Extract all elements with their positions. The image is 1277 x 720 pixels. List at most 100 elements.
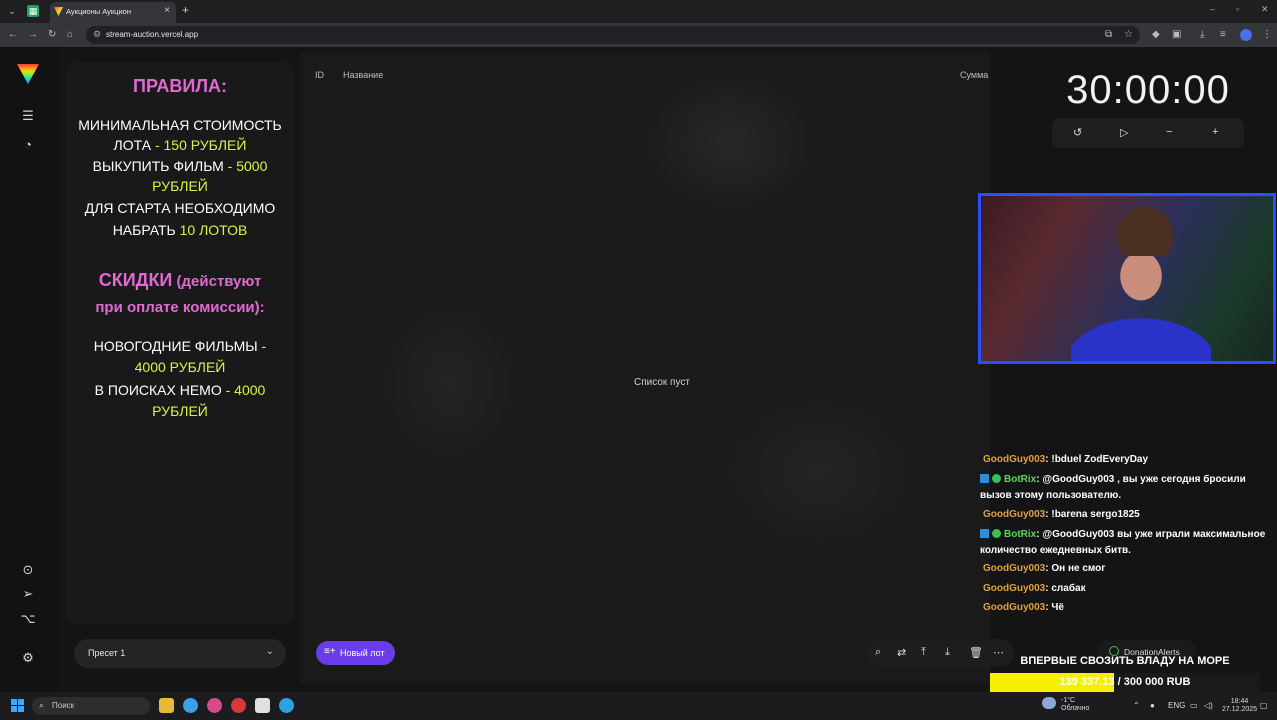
- streamer-hair: [1105, 206, 1185, 256]
- back-icon[interactable]: ←: [8, 29, 18, 40]
- search-icon: ⌕: [39, 700, 45, 710]
- goal-progress-bar: 139 337.13 / 300 000 RUB: [990, 673, 1260, 692]
- tray-app-icon[interactable]: ●: [1150, 701, 1155, 710]
- browser-tab-active[interactable]: Аукционы Аукцион ×: [50, 2, 176, 23]
- telegram-icon[interactable]: ➢: [20, 586, 36, 602]
- bot-badge-icon: [980, 474, 989, 483]
- preset-select[interactable]: Пресет 1 ⌄: [74, 639, 286, 668]
- volume-icon[interactable]: ◁): [1204, 701, 1213, 710]
- background-artwork: [300, 52, 990, 684]
- discounts-line1: СКИДКИ (действуют: [98, 270, 262, 290]
- timer-minus-icon[interactable]: −: [1166, 126, 1172, 138]
- new-tab-icon[interactable]: +: [182, 3, 189, 17]
- cast-icon[interactable]: ⧉: [1105, 29, 1112, 40]
- timer-display: 30:00:00: [1066, 68, 1230, 112]
- extension-icon[interactable]: ◆: [1152, 29, 1160, 40]
- history-icon[interactable]: ⊙: [20, 562, 36, 578]
- bookmark-star-icon[interactable]: ☆: [1124, 29, 1133, 40]
- timer-plus-icon[interactable]: +: [1212, 126, 1218, 138]
- taskbar-search-placeholder: Поиск: [52, 701, 75, 710]
- home-icon[interactable]: ⌂: [67, 29, 73, 40]
- swap-icon[interactable]: ⇄: [897, 646, 906, 659]
- lots-list-icon[interactable]: ☰: [20, 108, 36, 124]
- column-header-name[interactable]: Название: [343, 70, 383, 80]
- network-icon[interactable]: ▭: [1190, 701, 1198, 710]
- profile-avatar[interactable]: [1240, 29, 1252, 41]
- taskbar-clock[interactable]: 18:44 27.12.2025: [1222, 698, 1257, 714]
- windows-start-icon[interactable]: [11, 699, 24, 712]
- discount-nemo-line1: В ПОИСКАХ НЕМО - 4000: [94, 382, 266, 398]
- maximize-icon[interactable]: ▫: [1236, 4, 1239, 14]
- new-lot-button[interactable]: ≡+ Новый лот: [316, 641, 395, 665]
- chat-username: GoodGuy003: [983, 602, 1046, 613]
- verified-badge-icon: [992, 474, 1001, 483]
- taskbar-search[interactable]: ⌕ Поиск: [32, 697, 150, 715]
- chat-message: GoodGuy003: Чё: [980, 600, 1272, 616]
- empty-list-message: Список пуст: [634, 377, 690, 388]
- column-header-sum[interactable]: Сумма: [960, 70, 988, 80]
- chat-message: GoodGuy003: Он не смог: [980, 561, 1272, 577]
- timer-reset-icon[interactable]: ↺: [1073, 126, 1082, 139]
- trash-icon[interactable]: 🗑: [969, 646, 983, 659]
- download-icon[interactable]: ⤓: [1200, 29, 1204, 40]
- chat-message: GoodGuy003: !bduel ZodEveryDay: [980, 452, 1272, 468]
- address-bar[interactable]: ⚙ stream-auction.vercel.app: [86, 26, 1140, 44]
- rules-title: ПРАВИЛА:: [133, 76, 227, 96]
- url-text: stream-auction.vercel.app: [106, 30, 199, 39]
- rule-min-cost-line1: МИНИМАЛЬНАЯ СТОИМОСТЬ: [78, 117, 282, 133]
- chat-text: : @GoodGuy003 , вы уже сегодня бросили: [1036, 474, 1246, 485]
- discount-ny-line1: НОВОГОДНИЕ ФИЛЬМЫ -: [93, 338, 267, 354]
- goal-title: ВПЕРВЫЕ СВОЗИТЬ ВЛАДУ НА МОРЕ: [1020, 655, 1230, 667]
- extensions-puzzle-icon[interactable]: ▣: [1172, 29, 1181, 40]
- weather-icon[interactable]: [1042, 697, 1056, 709]
- window-close-icon[interactable]: ✕: [1261, 4, 1269, 15]
- reload-icon[interactable]: ↻: [48, 29, 56, 40]
- chat-username: GoodGuy003: [983, 563, 1046, 574]
- chat-text: : !barena sergo1825: [1045, 509, 1140, 520]
- tab-search-chevron-icon[interactable]: ⌄: [6, 5, 18, 17]
- settings-gear-icon[interactable]: ⚙: [20, 650, 36, 666]
- verified-badge-icon: [992, 529, 1001, 538]
- bot-badge-icon: [980, 529, 989, 538]
- chat-text-continued: вызов этому пользователю.: [980, 490, 1122, 501]
- recording-app-icon[interactable]: [231, 698, 246, 713]
- pinned-tab-icon[interactable]: ▦: [27, 5, 39, 17]
- music-app-icon[interactable]: [207, 698, 222, 713]
- chat-text: : !bduel ZodEveryDay: [1045, 454, 1149, 465]
- telegram-taskbar-icon[interactable]: [279, 698, 294, 713]
- discount-ny-line2: 4000 РУБЛЕЙ: [134, 359, 226, 375]
- rule-min-cost-line2: ЛОТА - 150 РУБЛЕЙ: [113, 137, 247, 153]
- add-list-icon: ≡+: [324, 646, 336, 657]
- chat-username: GoodGuy003: [983, 583, 1046, 594]
- timer-controls: ↺ ▷ − +: [1052, 118, 1244, 148]
- timer-play-icon[interactable]: ▷: [1120, 126, 1128, 139]
- chat-message: GoodGuy003: слабак: [980, 581, 1272, 597]
- minimize-icon[interactable]: –: [1210, 4, 1215, 14]
- tab-close-icon[interactable]: ×: [164, 5, 170, 16]
- chat-text: : Он не смог: [1045, 563, 1106, 574]
- rule-buyout-line1: ВЫКУПИТЬ ФИЛЬМ - 5000: [92, 158, 268, 174]
- browser-menu-icon[interactable]: ⋮: [1262, 29, 1272, 40]
- chrome-icon[interactable]: [183, 698, 198, 713]
- notes-app-icon[interactable]: [255, 698, 270, 713]
- media-control-icon[interactable]: ≡: [1220, 29, 1226, 40]
- download-list-icon[interactable]: ⤓: [945, 646, 950, 659]
- rule-buyout-line2: РУБЛЕЙ: [152, 178, 208, 194]
- rules-panel: ПРАВИЛА: МИНИМАЛЬНАЯ СТОИМОСТЬ ЛОТА - 15…: [66, 62, 294, 624]
- language-indicator[interactable]: ENG: [1168, 701, 1185, 710]
- browser-toolbar: ← → ↻ ⌂ ⚙ stream-auction.vercel.app ⧉ ☆ …: [0, 23, 1277, 47]
- preset-label: Пресет 1: [88, 648, 126, 658]
- new-lot-label: Новый лот: [340, 648, 385, 658]
- search-icon[interactable]: ⌕: [875, 646, 881, 659]
- webcam-overlay: [978, 193, 1276, 364]
- file-explorer-icon[interactable]: [159, 698, 174, 713]
- column-header-id[interactable]: ID: [315, 70, 324, 80]
- forward-icon[interactable]: →: [28, 29, 38, 40]
- wheel-stats-icon[interactable]: ◔: [20, 137, 36, 153]
- site-info-icon[interactable]: ⚙: [93, 29, 101, 40]
- chat-message: BotRix: @GoodGuy003 вы уже играли максим…: [980, 527, 1272, 559]
- notification-icon[interactable]: ▢: [1260, 701, 1268, 710]
- tray-chevron-icon[interactable]: ⌃: [1133, 701, 1140, 710]
- github-icon[interactable]: ⌥: [20, 611, 36, 627]
- upload-icon[interactable]: ⤒: [921, 646, 926, 659]
